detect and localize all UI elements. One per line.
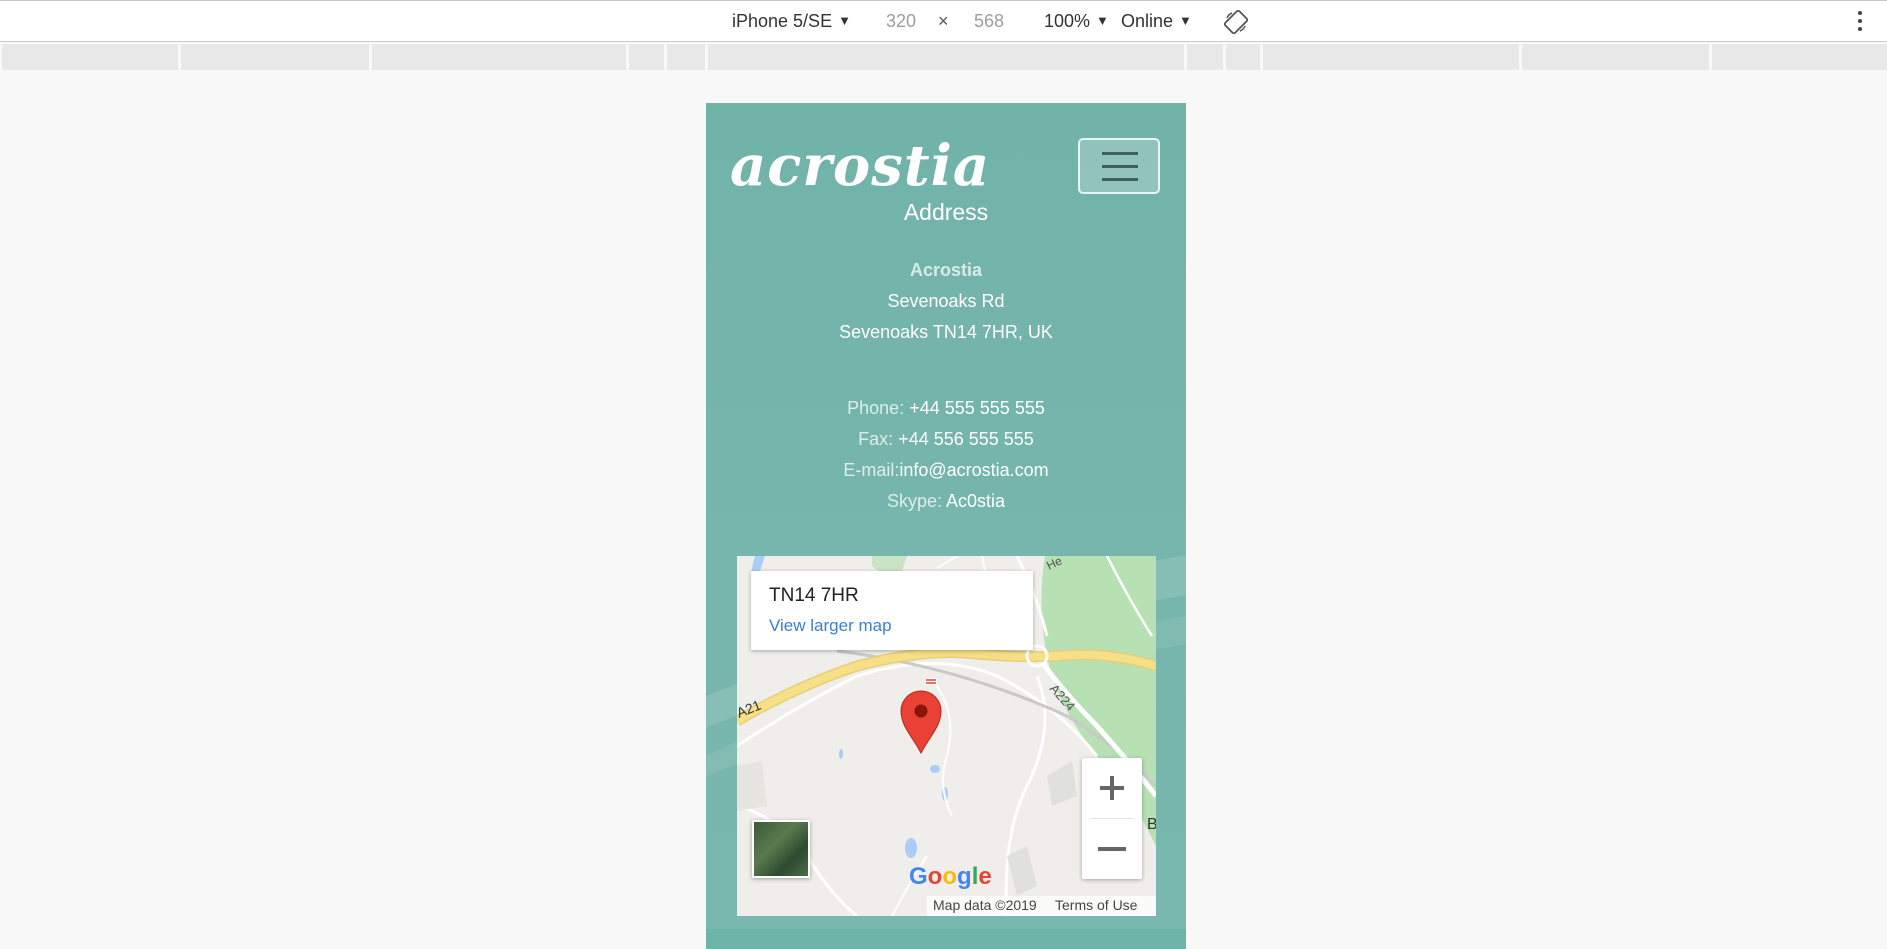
phone-label: Phone: <box>847 398 905 418</box>
media-query-segment[interactable] <box>1263 44 1519 70</box>
address-street: Sevenoaks Rd <box>887 291 1005 311</box>
map-info-card: TN14 7HR View larger map <box>751 571 1033 650</box>
map-zoom-control <box>1082 758 1142 879</box>
section-title: Address <box>903 199 989 225</box>
embedded-map[interactable]: A224 A21 He B TN14 7HR View larger map G… <box>737 556 1156 916</box>
device-viewport: acrostia Address Acrostia Sevenoaks Rd S… <box>706 103 1186 949</box>
zoom-in-button[interactable] <box>1082 758 1142 818</box>
map-attribution-bar: Map data ©2019 Terms of Use <box>927 896 1156 916</box>
address-city: Sevenoaks TN14 7HR, UK <box>839 322 1053 342</box>
map-edge-label: B <box>1147 816 1156 833</box>
width-input[interactable]: 320 <box>886 11 916 32</box>
menu-bar-icon <box>1102 165 1138 168</box>
email-line: E-mail:info@acrostia.com <box>706 460 1186 481</box>
media-query-segment[interactable] <box>1712 44 1887 70</box>
menu-bar-icon <box>1102 152 1138 155</box>
satellite-view-toggle[interactable] <box>752 820 810 878</box>
phone-line: Phone: +44 555 555 555 <box>706 398 1186 419</box>
media-query-segment[interactable] <box>2 44 178 70</box>
media-query-segment[interactable] <box>181 44 369 70</box>
map-data-attribution: Map data ©2019 <box>933 897 1037 913</box>
chevron-down-icon: ▼ <box>838 13 851 28</box>
chevron-down-icon: ▼ <box>1096 13 1109 28</box>
media-query-segment[interactable] <box>1522 44 1709 70</box>
more-options-icon[interactable] <box>1856 11 1864 35</box>
fax-line: Fax: +44 556 555 555 <box>706 429 1186 450</box>
device-label: iPhone 5/SE <box>732 11 833 31</box>
footer-band <box>706 929 1186 949</box>
phone-value[interactable]: +44 555 555 555 <box>909 398 1045 418</box>
media-query-bar <box>0 44 1887 70</box>
media-query-segment[interactable] <box>372 44 626 70</box>
terms-of-use-link[interactable]: Terms of Use <box>1055 897 1137 913</box>
skype-value[interactable]: Ac0stia <box>946 491 1005 511</box>
network-label: Online <box>1121 11 1174 31</box>
dimension-separator: × <box>938 11 949 31</box>
media-query-segment[interactable] <box>708 44 1184 70</box>
device-toolbar: iPhone 5/SE ▼ 320 × 568 100% ▼ Online ▼ <box>0 0 1887 42</box>
menu-bar-icon <box>1102 178 1138 181</box>
map-place-name: TN14 7HR <box>769 585 859 606</box>
site-logo[interactable]: acrostia <box>730 133 990 199</box>
media-query-segment[interactable] <box>1226 44 1260 70</box>
fax-label: Fax: <box>858 429 894 449</box>
media-query-segment[interactable] <box>629 44 664 70</box>
email-link[interactable]: info@acrostia.com <box>899 460 1048 480</box>
rotate-icon[interactable] <box>1224 10 1248 34</box>
device-select[interactable]: iPhone 5/SE ▼ <box>732 11 851 32</box>
view-larger-map-link[interactable]: View larger map <box>769 616 892 636</box>
zoom-label: 100% <box>1044 11 1091 31</box>
email-label: E-mail: <box>843 460 900 480</box>
height-input[interactable]: 568 <box>974 11 1004 32</box>
company-name: Acrostia <box>909 260 983 280</box>
network-select[interactable]: Online ▼ <box>1121 11 1192 32</box>
zoom-out-button[interactable] <box>1082 819 1142 879</box>
media-query-segment[interactable] <box>667 44 705 70</box>
skype-label: Skype: <box>886 491 942 511</box>
chevron-down-icon: ▼ <box>1179 13 1192 28</box>
google-logo: Google <box>909 863 992 890</box>
media-query-segment[interactable] <box>1187 44 1223 70</box>
skype-line: Skype: Ac0stia <box>706 491 1186 512</box>
zoom-select[interactable]: 100% ▼ <box>1044 11 1109 32</box>
fax-value: +44 556 555 555 <box>898 429 1034 449</box>
hamburger-menu-button[interactable] <box>1078 138 1160 194</box>
